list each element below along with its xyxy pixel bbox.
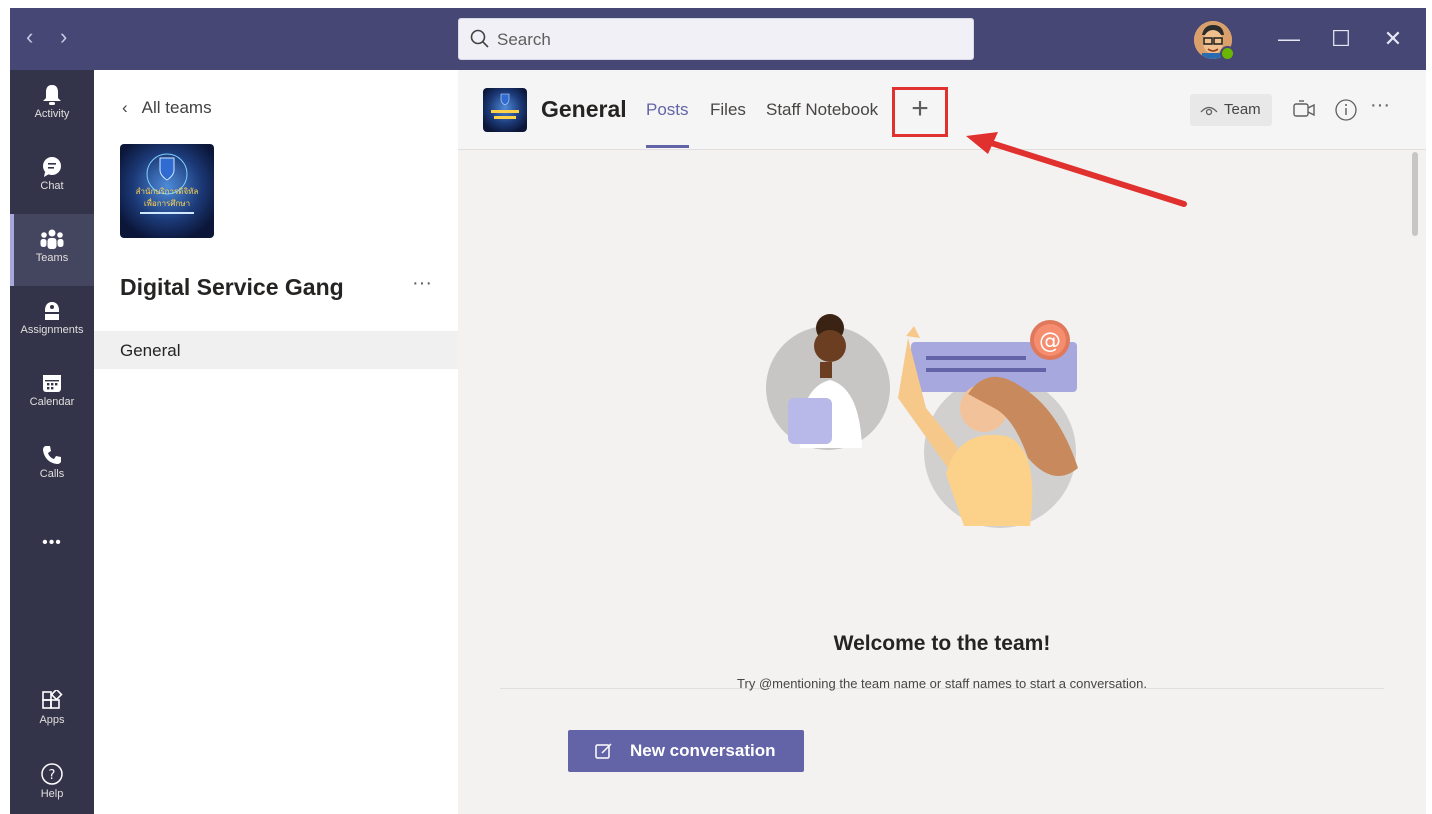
rail-item-calendar[interactable]: Calendar	[10, 358, 94, 430]
bell-icon	[43, 85, 61, 105]
maximize-icon[interactable]: ☐	[1326, 24, 1356, 54]
chat-icon	[43, 157, 61, 177]
tab-files[interactable]: Files	[710, 100, 746, 120]
team-button[interactable]: Team	[1190, 94, 1272, 126]
add-tab-button[interactable]: +	[892, 87, 948, 137]
teams-icon	[40, 229, 64, 249]
meet-video-icon[interactable]	[1290, 96, 1318, 124]
tab-posts[interactable]: Posts	[646, 100, 689, 120]
more-icon: •••	[42, 534, 62, 551]
team-more-options-icon[interactable]: ···	[412, 272, 432, 295]
title-bar: ‹ › Search — ☐ ✕	[10, 8, 1426, 70]
assignments-icon	[45, 302, 59, 320]
close-icon[interactable]: ✕	[1378, 24, 1408, 54]
scrollbar[interactable]	[1412, 152, 1418, 236]
svg-text:?: ?	[49, 768, 56, 783]
minimize-icon[interactable]: —	[1274, 24, 1304, 54]
annotation-arrow	[966, 132, 1187, 207]
all-teams-link[interactable]: ‹ All teams	[122, 98, 212, 118]
rail-item-teams[interactable]: Teams	[10, 214, 94, 286]
search-placeholder: Search	[497, 30, 551, 49]
info-icon[interactable]	[1332, 96, 1360, 124]
channel-header: General Posts Files Staff Notebook + Tea…	[458, 70, 1426, 150]
rail-item-activity[interactable]: Activity	[10, 70, 94, 142]
compose-icon	[595, 743, 612, 759]
back-arrow-icon[interactable]: ‹	[26, 26, 33, 48]
active-tab-indicator	[646, 145, 689, 148]
help-icon: ?	[41, 763, 63, 785]
team-picture-line-1: สำนักบริการดิจิทัล	[136, 187, 199, 196]
presence-available-icon	[1220, 46, 1235, 61]
welcome-title: Welcome to the team!	[833, 632, 1051, 655]
phone-icon	[43, 446, 61, 464]
eye-icon	[1200, 106, 1218, 116]
rail-item-assignments[interactable]: Assignments	[10, 286, 94, 358]
rail-item-calls[interactable]: Calls	[10, 430, 94, 502]
channel-team-picture	[483, 88, 527, 132]
more-apps-button[interactable]: •••	[10, 522, 94, 562]
channel-title: General	[541, 96, 627, 122]
team-picture-line-2: เพื่อการศึกษา	[144, 197, 190, 208]
search-icon	[470, 29, 489, 48]
welcome-subtitle: Try @mentioning the team name or staff n…	[737, 676, 1147, 691]
apps-icon	[42, 690, 63, 709]
at-mention-icon: @	[1039, 329, 1061, 354]
rail-item-help[interactable]: ? Help	[10, 748, 94, 814]
calendar-icon	[43, 375, 61, 392]
tab-staff-notebook[interactable]: Staff Notebook	[766, 100, 878, 120]
forward-arrow-icon[interactable]: ›	[60, 26, 67, 48]
channel-more-options-icon[interactable]: ···	[1370, 94, 1390, 117]
teams-left-pane: ‹ All teams สำนักบริการดิจิทัล เพื่อการศึ…	[94, 70, 458, 814]
channel-main: General Posts Files Staff Notebook + Tea…	[458, 70, 1426, 814]
chevron-left-icon: ‹	[122, 98, 128, 117]
app-rail: Activity Chat Teams Assignments Calendar…	[10, 70, 94, 814]
rail-item-apps[interactable]: Apps	[10, 676, 94, 748]
new-conversation-button[interactable]: New conversation	[568, 730, 804, 772]
team-picture: สำนักบริการดิจิทัล เพื่อการศึกษา	[120, 144, 214, 238]
channel-item-general[interactable]: General	[94, 331, 458, 369]
team-name: Digital Service Gang	[120, 274, 344, 300]
search-input[interactable]: Search	[458, 18, 974, 60]
rail-item-chat[interactable]: Chat	[10, 142, 94, 214]
welcome-illustration: @	[766, 314, 1078, 528]
